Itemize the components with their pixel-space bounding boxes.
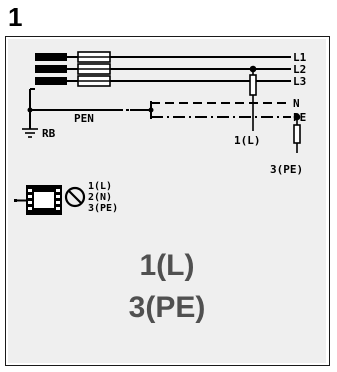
probe-pe-label: 3(PE) (270, 163, 303, 176)
pen-label: PEN (74, 112, 94, 125)
earth-symbol (22, 128, 38, 138)
terminal-label-n: 2(N) (88, 192, 112, 203)
terminal-label-pe: 3(PE) (88, 203, 118, 214)
wiring-diagram: RB PEN L1 L2 L3 N PE 1(L) (14, 51, 307, 215)
result-line-2: 3(PE) (128, 291, 206, 324)
line-label-n: N (293, 97, 300, 110)
pen-junction-dot (27, 107, 33, 113)
fuses (77, 51, 111, 87)
probe-l-label: 1(L) (234, 134, 261, 147)
source-blocks (35, 53, 67, 85)
line-labels: L1 L2 L3 N PE (293, 51, 307, 124)
figure-number: 1 (8, 2, 23, 32)
pen-split-dot (148, 107, 154, 113)
probe-l (249, 65, 257, 131)
terminal-label-l: 1(L) (88, 181, 112, 192)
earth-label: RB (42, 127, 56, 140)
no-entry-icon (64, 186, 86, 208)
diagram-panel: RB PEN L1 L2 L3 N PE 1(L) (8, 39, 326, 363)
figure-frame: RB PEN L1 L2 L3 N PE 1(L) (5, 36, 330, 366)
device-terminal-labels: 1(L) 2(N) 3(PE) (88, 181, 118, 214)
device-icon (14, 185, 62, 215)
result-line-1: 1(L) (139, 249, 195, 282)
line-label-l3: L3 (293, 75, 306, 88)
